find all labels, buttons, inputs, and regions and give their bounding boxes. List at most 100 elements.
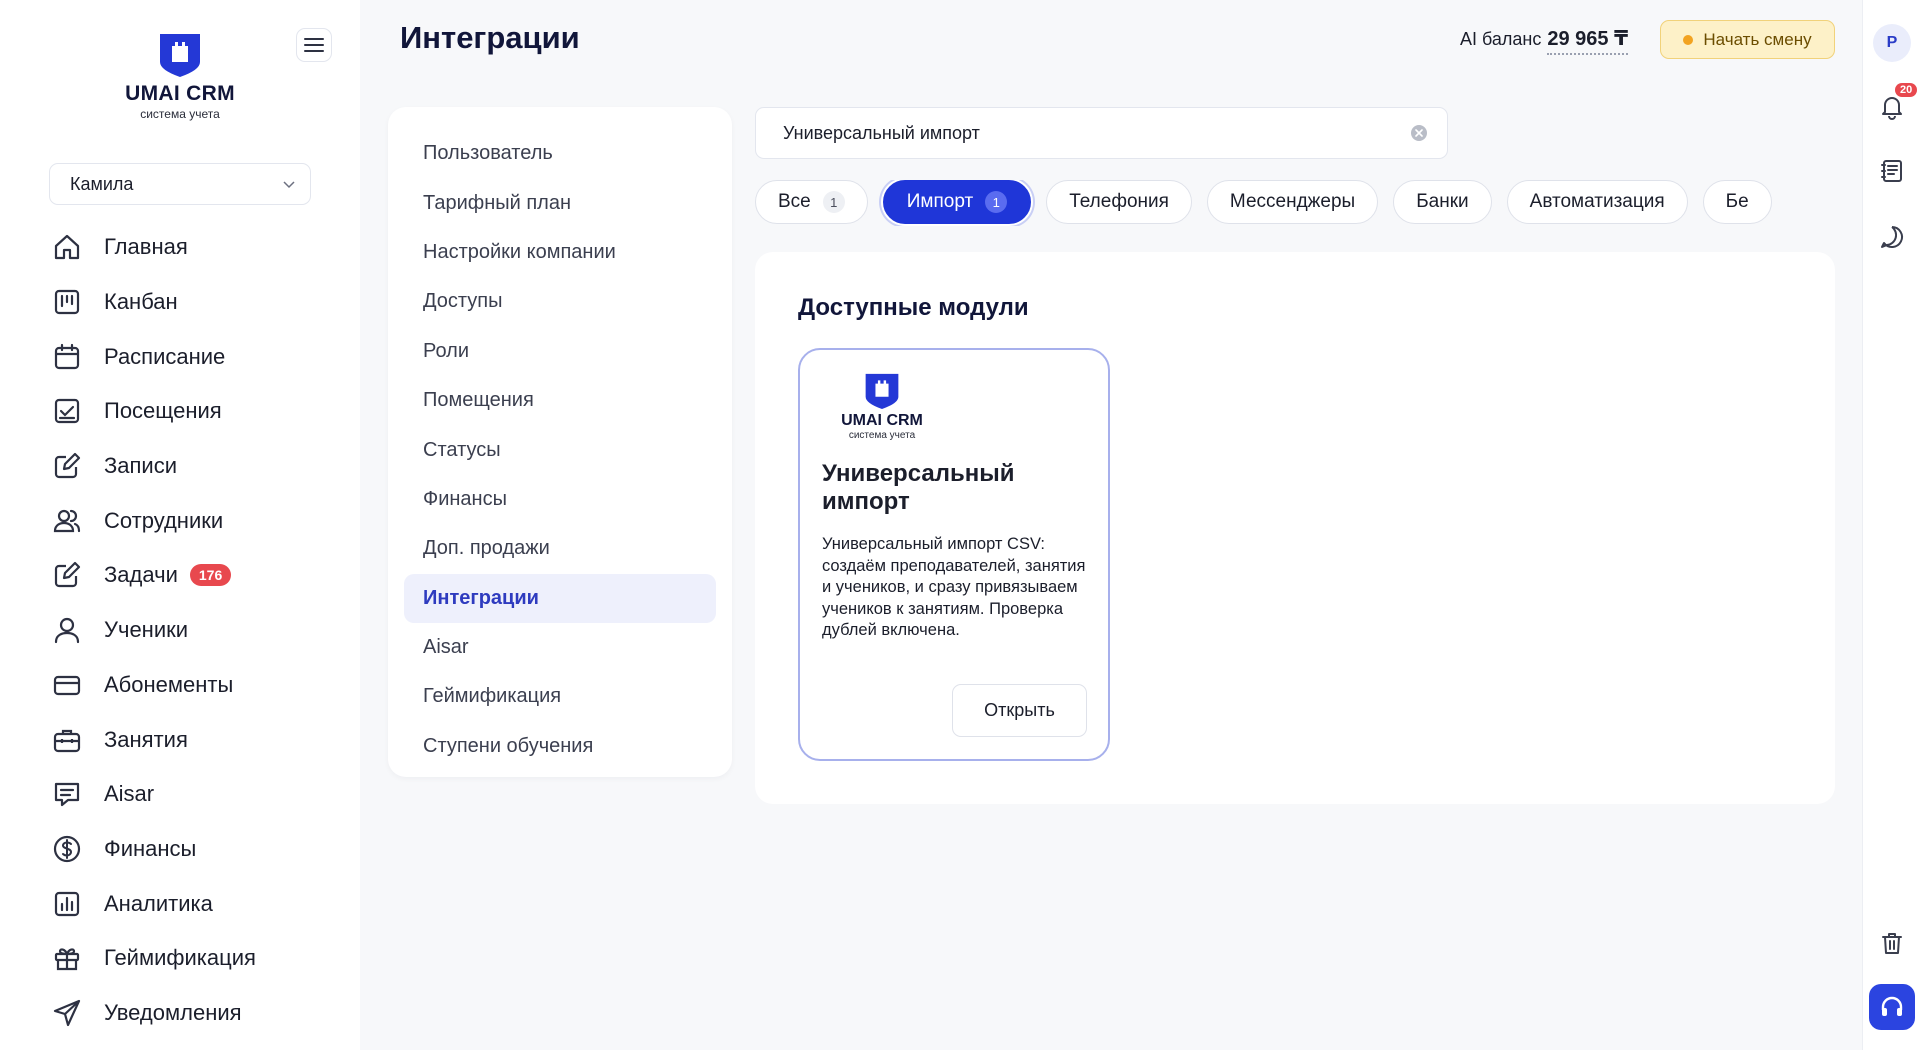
chip-count: 1 [822, 191, 845, 213]
nav-item-label: Аналитика [104, 890, 213, 916]
ai-balance-label: AI баланс [1460, 29, 1542, 49]
settings-item-statuses[interactable]: Статусы [404, 425, 716, 474]
notifications-count-badge: 20 [1895, 83, 1918, 97]
chip-automation[interactable]: Автоматизация [1506, 180, 1688, 224]
settings-item-user[interactable]: Пользователь [404, 129, 716, 178]
chip-label: Бе [1725, 191, 1749, 212]
nav-item-label: Задачи [104, 562, 178, 588]
edit-icon [54, 452, 81, 479]
settings-item-finance[interactable]: Финансы [404, 475, 716, 524]
start-shift-label: Начать смену [1703, 29, 1812, 49]
message-icon[interactable] [1879, 224, 1905, 250]
chip-label: Автоматизация [1529, 191, 1665, 212]
chip-all[interactable]: Все 1 [755, 180, 868, 224]
dollar-icon [53, 835, 81, 863]
settings-item-access[interactable]: Доступы [404, 277, 716, 326]
settings-item-tariff[interactable]: Тарифный план [404, 178, 716, 227]
settings-item-gamification[interactable]: Геймификация [404, 672, 716, 721]
support-button[interactable] [1869, 984, 1915, 1030]
module-description: Универсальный импорт CSV: создаём препод… [822, 535, 1086, 639]
nav-item-analytics[interactable]: Аналитика [52, 876, 352, 931]
chip-label: Все [778, 191, 811, 212]
nav-item-label: Сотрудники [104, 507, 224, 533]
user-icon [54, 618, 80, 644]
nav-item-label: Уведомления [104, 999, 242, 1025]
search-input[interactable]: Универсальный импорт [755, 107, 1448, 159]
chevron-down-icon [283, 181, 295, 189]
module-card[interactable]: UMAI CRM система учета Универсальный имп… [798, 348, 1110, 761]
nav-item-finance[interactable]: Финансы [52, 822, 352, 877]
settings-item-company[interactable]: Настройки компании [404, 228, 716, 277]
open-module-button[interactable]: Открыть [952, 684, 1087, 737]
start-shift-button[interactable]: Начать смену [1660, 20, 1835, 59]
nav-item-label: Финансы [104, 835, 197, 861]
nav-item-attendance[interactable]: Посещения [52, 384, 352, 439]
nav-item-label: Расписание [104, 343, 226, 369]
nav-item-subscriptions[interactable]: Абонементы [52, 658, 352, 713]
chip-more[interactable]: Бе [1702, 180, 1772, 224]
nav-item-label: Aisar [104, 781, 155, 807]
tasks-icon [54, 562, 81, 588]
users-icon [53, 509, 81, 532]
nav-item-gamification[interactable]: Геймификация [52, 931, 352, 986]
settings-item-levels[interactable]: Ступени обучения [404, 722, 716, 771]
nav-item-schedule[interactable]: Расписание [52, 329, 352, 384]
ai-balance: AI баланс 29 965 ₸ [1460, 26, 1629, 55]
nav-item-students[interactable]: Ученики [52, 603, 352, 658]
bell-icon[interactable] [1879, 94, 1905, 120]
card-icon [53, 675, 81, 695]
nav-item-kanban[interactable]: Канбан [52, 275, 352, 330]
chip-messengers[interactable]: Мессенджеры [1206, 180, 1379, 224]
chip-count: 1 [985, 191, 1008, 213]
modules-panel: Доступные модули UMAI CRM система учета … [755, 252, 1835, 804]
search-value: Универсальный импорт [783, 122, 980, 143]
settings-item-aisar[interactable]: Aisar [404, 623, 716, 672]
ai-balance-value[interactable]: 29 965 ₸ [1547, 26, 1629, 55]
castle-logo-icon [160, 34, 200, 77]
chip-import[interactable]: Импорт 1 [882, 180, 1032, 224]
analytics-icon [54, 891, 80, 916]
modules-title: Доступные модули [798, 294, 1029, 321]
status-dot-icon [1683, 34, 1694, 45]
main-nav: Главная Канбан Расписание Посещения Запи… [52, 220, 352, 1040]
chip-telephony[interactable]: Телефония [1046, 180, 1192, 224]
settings-item-rooms[interactable]: Помещения [404, 376, 716, 425]
attendance-icon [54, 399, 80, 424]
nav-item-aisar[interactable]: Aisar [52, 767, 352, 822]
module-logo-subtitle: система учета [848, 430, 916, 441]
chip-label: Импорт [906, 191, 974, 212]
nav-item-employees[interactable]: Сотрудники [52, 493, 352, 548]
nav-item-lessons[interactable]: Занятия [52, 712, 352, 767]
castle-logo-icon [865, 373, 899, 409]
brand-name: UMAI CRM [125, 82, 235, 105]
briefcase-icon [53, 729, 81, 752]
kanban-icon [54, 289, 80, 315]
right-rail: Р 20 [1862, 0, 1920, 1050]
nav-item-label: Посещения [104, 398, 222, 424]
settings-item-roles[interactable]: Роли [404, 327, 716, 376]
journal-icon[interactable] [1879, 158, 1905, 184]
settings-item-upsells[interactable]: Доп. продажи [404, 524, 716, 573]
headset-icon [1881, 996, 1903, 1016]
chip-label: Банки [1416, 191, 1469, 212]
user-select-value: Камила [70, 173, 134, 194]
chip-banks[interactable]: Банки [1393, 180, 1492, 224]
user-select[interactable]: Камила [49, 163, 311, 205]
page-title: Интеграции [400, 20, 580, 55]
nav-item-home[interactable]: Главная [52, 220, 352, 275]
nav-item-tasks[interactable]: Задачи 176 [52, 548, 352, 603]
nav-item-notifications[interactable]: Уведомления [52, 986, 352, 1041]
nav-item-label: Геймификация [104, 945, 256, 971]
module-title: Универсальный импорт [822, 460, 1015, 515]
chat-icon [54, 783, 80, 807]
nav-item-records[interactable]: Записи [52, 439, 352, 494]
clear-search-icon[interactable] [1411, 125, 1427, 141]
menu-toggle-button[interactable] [296, 28, 332, 62]
trash-icon[interactable] [1879, 930, 1905, 956]
brand-logo[interactable]: UMAI CRM система учета [122, 32, 238, 121]
nav-item-label: Записи [104, 453, 178, 479]
nav-item-label: Занятия [104, 726, 188, 752]
nav-item-label: Абонементы [104, 671, 234, 697]
settings-item-integrations[interactable]: Интеграции [404, 573, 716, 623]
avatar[interactable]: Р [1873, 24, 1911, 62]
